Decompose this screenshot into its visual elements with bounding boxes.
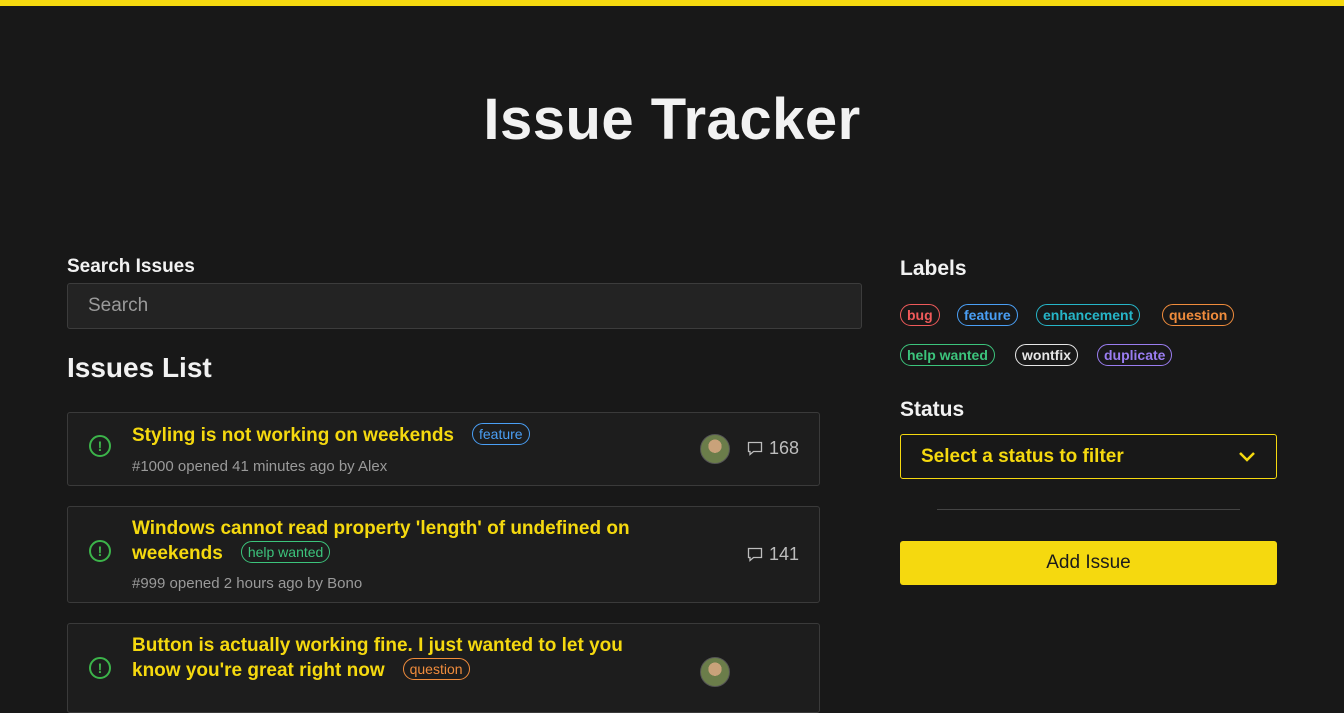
issues-list-heading: Issues List — [67, 352, 212, 383]
search-input[interactable] — [67, 283, 862, 329]
label-bug[interactable]: bug — [900, 304, 940, 326]
status-select-value: Select a status to filter — [921, 445, 1124, 467]
open-issue-icon: ! — [89, 657, 111, 679]
issue-label-badge[interactable]: feature — [472, 423, 530, 445]
issue-label-badge[interactable]: help wanted — [240, 541, 331, 563]
comment-count[interactable]: 141 — [747, 544, 799, 565]
sidebar-divider — [937, 509, 1240, 510]
issue-title[interactable]: Button is actually working fine. I just … — [132, 635, 623, 681]
label-question[interactable]: question — [1162, 304, 1235, 326]
open-issue-icon: ! — [89, 435, 111, 457]
search-label: Search Issues — [67, 256, 195, 277]
chevron-down-icon — [1239, 451, 1255, 462]
label-enhancement[interactable]: enhancement — [1036, 304, 1141, 326]
issue-item[interactable]: ! Styling is not working on weekends feat… — [67, 412, 820, 486]
comment-count-value: 168 — [768, 438, 799, 458]
comment-count-value: 141 — [768, 544, 799, 564]
label-duplicate[interactable]: duplicate — [1097, 344, 1173, 366]
issue-item[interactable]: ! Windows cannot read property 'length' … — [67, 506, 820, 603]
issue-label-badge[interactable]: question — [402, 658, 470, 680]
avatar — [700, 434, 730, 464]
issue-title[interactable]: Windows cannot read property 'length' of… — [132, 518, 630, 564]
add-issue-button[interactable]: Add Issue — [900, 541, 1277, 585]
avatar — [700, 657, 730, 687]
page-title: Issue Tracker — [483, 87, 861, 152]
open-issue-icon: ! — [89, 540, 111, 562]
issue-title[interactable]: Styling is not working on weekends — [132, 425, 454, 446]
issue-meta: #1000 opened 41 minutes ago by Alex — [132, 458, 388, 475]
labels-heading: Labels — [900, 257, 967, 280]
comment-icon — [747, 441, 763, 456]
label-wontfix[interactable]: wontfix — [1015, 344, 1078, 366]
issue-item[interactable]: ! Button is actually working fine. I jus… — [67, 623, 820, 713]
issue-title-row: Button is actually working fine. I just … — [132, 634, 672, 683]
label-feature[interactable]: feature — [957, 304, 1018, 326]
issue-title-row: Styling is not working on weekends featur… — [132, 423, 732, 448]
issue-meta: #999 opened 2 hours ago by Bono — [132, 575, 363, 592]
comment-count[interactable]: 168 — [747, 438, 799, 459]
label-help-wanted[interactable]: help wanted — [900, 344, 995, 366]
status-filter-select[interactable]: Select a status to filter — [900, 434, 1277, 479]
comment-icon — [747, 547, 763, 562]
status-heading: Status — [900, 398, 965, 421]
top-accent-bar — [0, 0, 1344, 6]
issue-title-row: Windows cannot read property 'length' of… — [132, 517, 652, 566]
